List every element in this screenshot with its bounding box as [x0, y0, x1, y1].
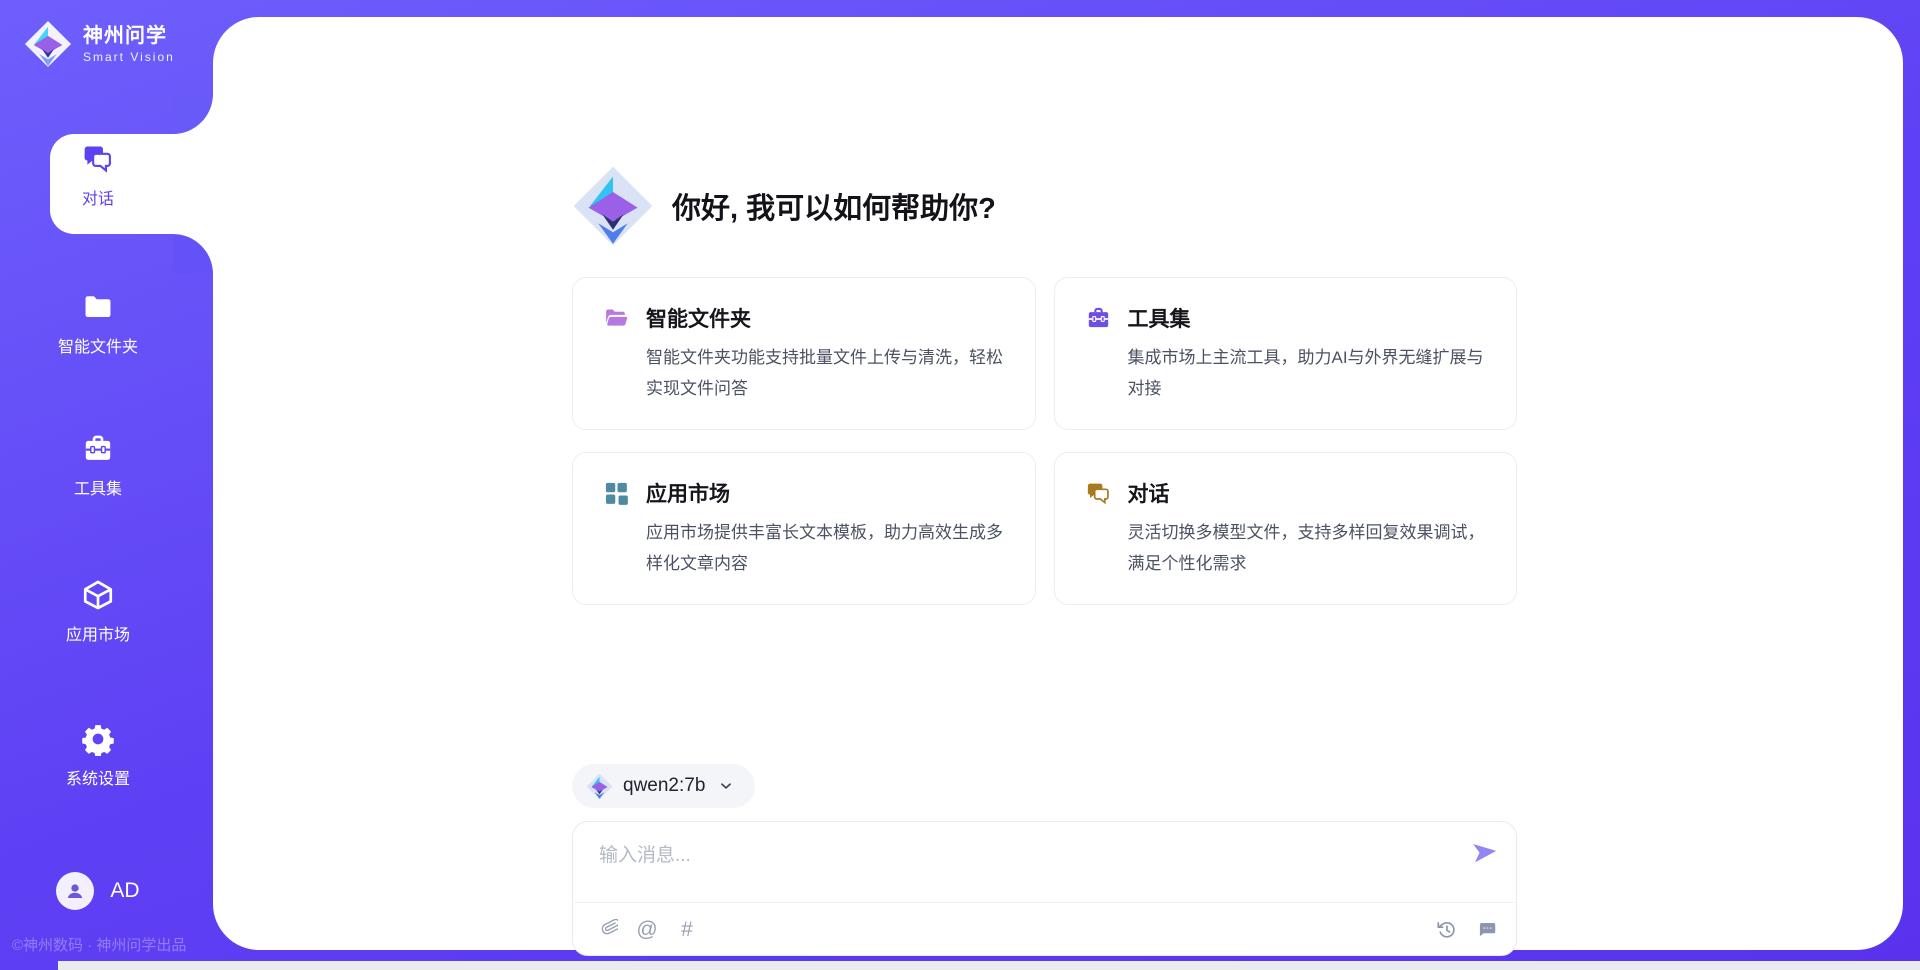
sidebar-item-app-market[interactable]: 应用市场 [0, 578, 196, 645]
folder-icon [81, 290, 115, 324]
chat-icon [1085, 480, 1112, 507]
sidebar-item-label: 应用市场 [66, 621, 130, 645]
brand-name: 神州问学 [83, 25, 175, 47]
card-app-market[interactable]: 应用市场 应用市场提供丰富长文本模板，助力高效生成多样化文章内容 [572, 452, 1036, 605]
card-title: 工具集 [1128, 303, 1191, 333]
card-description: 智能文件夹功能支持批量文件上传与清洗，轻松实现文件问答 [646, 342, 1005, 404]
card-header: 应用市场 [603, 478, 1005, 508]
brand-subtitle: Smart Vision [83, 50, 175, 64]
logo-diamond-icon [586, 773, 613, 800]
toolbox-icon [81, 432, 115, 466]
copyright-text: ©神州数码 · 神州问学出品 [12, 934, 186, 955]
sidebar-item-smart-folder[interactable]: 智能文件夹 [0, 290, 196, 357]
card-header: 对话 [1085, 478, 1487, 508]
sidebar-item-label: 工具集 [74, 475, 122, 499]
greeting-row: 你好, 我可以如何帮助你? [572, 165, 1517, 247]
card-title: 智能文件夹 [646, 303, 751, 333]
conversation-icon [1476, 919, 1497, 940]
app-grid-icon [603, 480, 630, 507]
toolbox-icon [1085, 305, 1112, 332]
card-title: 对话 [1128, 478, 1170, 508]
active-tab-top-curve [173, 94, 213, 134]
avatar [56, 872, 94, 910]
sidebar-item-settings[interactable]: 系统设置 [0, 722, 196, 789]
attachment-button[interactable] [595, 917, 619, 941]
sidebar: 神州问学 Smart Vision 对话 智能文件夹 [0, 0, 213, 970]
hashtag-icon: # [681, 919, 693, 940]
sidebar-item-label: 系统设置 [66, 765, 130, 789]
feature-cards-grid: 智能文件夹 智能文件夹功能支持批量文件上传与清洗，轻松实现文件问答 [572, 277, 1517, 605]
logo-diamond-icon [572, 165, 654, 247]
composer-left-tools: @ # [595, 917, 699, 941]
card-description: 应用市场提供丰富长文本模板，助力高效生成多样化文章内容 [646, 517, 1005, 579]
main-content-panel: 你好, 我可以如何帮助你? 智能文件夹 智能文件夹功能支持批量文件上传与清洗，轻… [213, 17, 1903, 950]
card-chat[interactable]: 对话 灵活切换多模型文件，支持多样回复效果调试，满足个性化需求 [1054, 452, 1518, 605]
brand-logo: 神州问学 Smart Vision [24, 20, 175, 68]
card-title: 应用市场 [646, 478, 730, 508]
chat-icon [81, 142, 115, 176]
sidebar-item-label: 对话 [82, 185, 114, 209]
mention-button[interactable]: @ [635, 917, 659, 941]
history-button[interactable] [1434, 917, 1458, 941]
composer-right-tools [1434, 917, 1498, 941]
cube-icon [81, 578, 115, 612]
user-initials: AD [110, 879, 139, 903]
sidebar-item-toolset[interactable]: 工具集 [0, 432, 196, 499]
model-selector[interactable]: qwen2:7b [572, 764, 755, 808]
user-icon [62, 878, 88, 904]
card-description: 集成市场上主流工具，助力AI与外界无缝扩展与对接 [1128, 342, 1487, 404]
send-icon [1470, 837, 1500, 867]
history-icon [1436, 919, 1457, 940]
attachment-icon [597, 919, 618, 940]
chat-home-column: 你好, 我可以如何帮助你? 智能文件夹 智能文件夹功能支持批量文件上传与清洗，轻… [572, 17, 1517, 956]
model-name: qwen2:7b [623, 775, 705, 797]
conversation-button[interactable] [1474, 917, 1498, 941]
active-tab-bottom-curve [173, 234, 213, 274]
card-description: 灵活切换多模型文件，支持多样回复效果调试，满足个性化需求 [1128, 517, 1487, 579]
chevron-down-icon [717, 777, 735, 795]
user-profile[interactable]: AD [0, 872, 196, 910]
gear-icon [81, 722, 115, 756]
composer-toolbar: @ # [595, 903, 1498, 955]
mention-icon: @ [636, 919, 657, 940]
window-bottom-edge [58, 961, 1920, 970]
folder-open-icon [603, 305, 630, 332]
message-composer: @ # [572, 821, 1517, 956]
card-smart-folder[interactable]: 智能文件夹 智能文件夹功能支持批量文件上传与清洗，轻松实现文件问答 [572, 277, 1036, 430]
logo-diamond-icon [24, 20, 72, 68]
card-header: 工具集 [1085, 303, 1487, 333]
card-header: 智能文件夹 [603, 303, 1005, 333]
hashtag-button[interactable]: # [675, 917, 699, 941]
sidebar-item-label: 智能文件夹 [58, 333, 138, 357]
card-toolset[interactable]: 工具集 集成市场上主流工具，助力AI与外界无缝扩展与对接 [1054, 277, 1518, 430]
send-button[interactable] [1470, 837, 1500, 867]
message-input[interactable] [597, 838, 1452, 900]
sidebar-item-chat[interactable]: 对话 [0, 142, 196, 209]
greeting-text: 你好, 我可以如何帮助你? [672, 185, 996, 227]
